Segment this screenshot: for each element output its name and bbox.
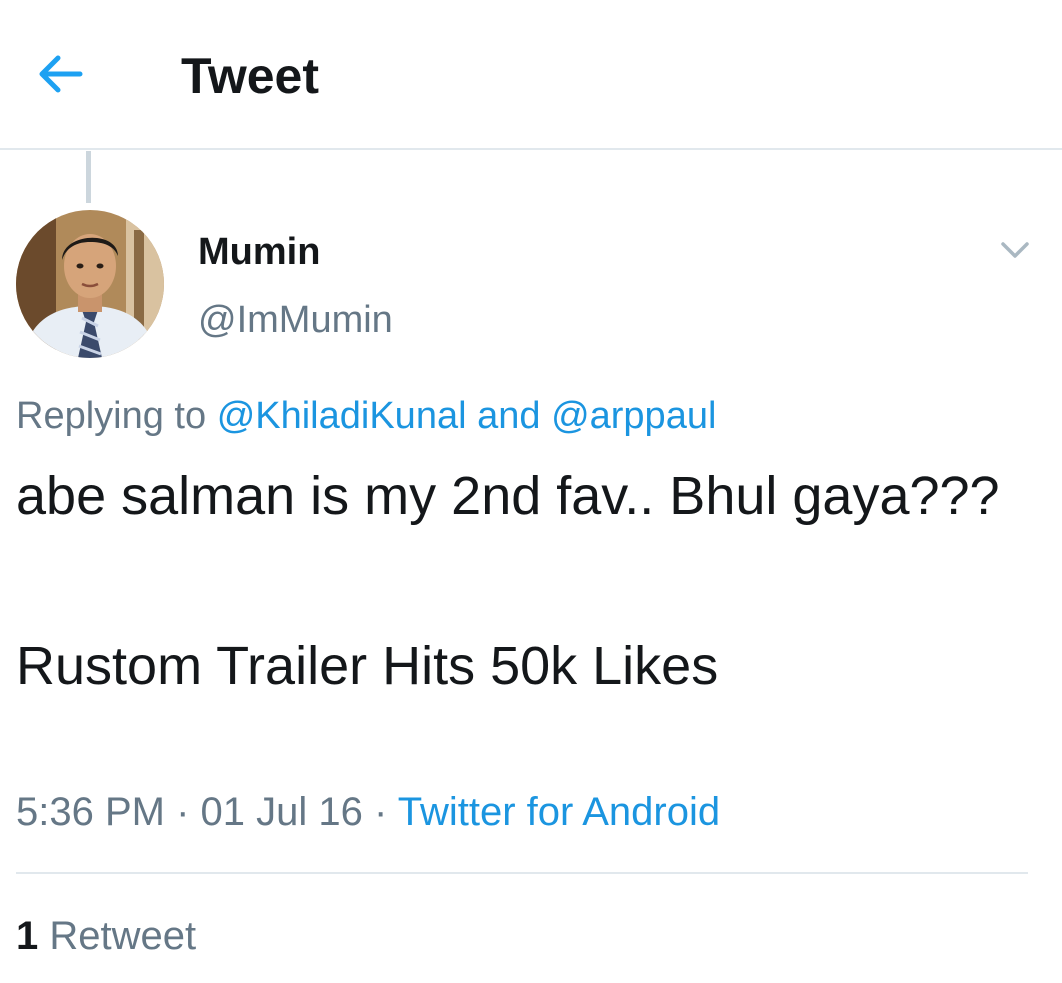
meta-separator: · xyxy=(374,790,388,834)
back-button[interactable] xyxy=(30,48,90,100)
thread-connector-line xyxy=(86,151,91,203)
tweet-options-button[interactable] xyxy=(990,230,1040,270)
user-avatar-icon xyxy=(16,210,164,358)
tweet-date: 01 Jul 16 xyxy=(200,790,363,834)
tweet-text-line: Rustom Trailer Hits 50k Likes xyxy=(16,636,719,696)
replying-to-line: Replying to @KhiladiKunal and @arppaul xyxy=(16,393,716,439)
page-title: Tweet xyxy=(181,48,319,104)
retweet-label: Retweet xyxy=(49,914,197,958)
meta-separator: · xyxy=(176,790,190,834)
top-app-bar: Tweet xyxy=(0,0,1062,150)
arrow-left-icon xyxy=(39,55,83,93)
mention-link-khiladikunal[interactable]: @KhiladiKunal xyxy=(217,395,467,437)
mention-link-arppaul[interactable]: @arppaul xyxy=(551,395,716,437)
retweet-stats[interactable]: 1 Retweet xyxy=(16,912,196,960)
author-handle[interactable]: @ImMumin xyxy=(198,298,393,342)
tweet-metadata: 5:36 PM · 01 Jul 16 · Twitter for Androi… xyxy=(16,788,720,836)
author-display-name[interactable]: Mumin xyxy=(198,230,320,274)
replying-to-label: Replying to xyxy=(16,395,207,437)
chevron-down-icon xyxy=(1001,242,1029,258)
tweet-time: 5:36 PM xyxy=(16,790,165,834)
avatar[interactable] xyxy=(16,210,164,358)
tweet-source-link[interactable]: Twitter for Android xyxy=(398,790,720,834)
retweet-count: 1 xyxy=(16,914,39,958)
tweet-body: abe salman is my 2nd fav.. Bhul gaya??? … xyxy=(16,460,1026,702)
divider xyxy=(16,872,1028,874)
tweet-text-line: abe salman is my 2nd fav.. Bhul gaya??? xyxy=(16,466,1000,526)
replying-to-conjunction: and xyxy=(477,395,541,437)
